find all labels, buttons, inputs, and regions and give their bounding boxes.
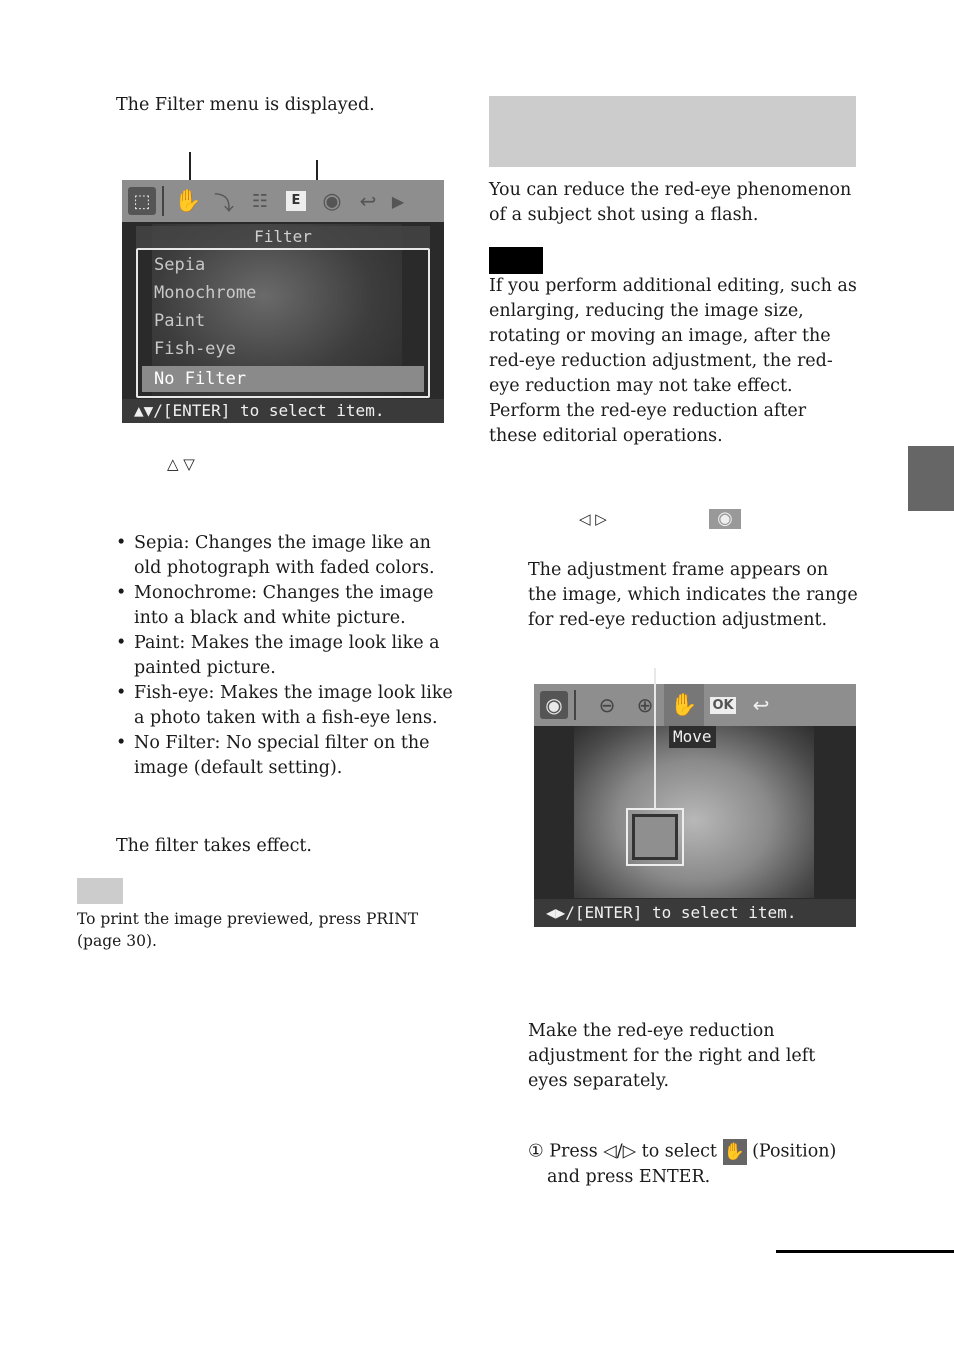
face-photo [574,726,814,898]
next-arrow-icon[interactable]: ▶ [386,192,410,211]
redeye-toolbar: ◉ ⊖ ⊕ ✋ OK ↩ [534,684,856,726]
step-press-text: Press ◁/▷ to select [549,1141,717,1162]
ok-icon[interactable]: OK [704,696,742,714]
continued-rule [776,1250,954,1253]
toolbar-divider [162,186,164,216]
filter-menu-title: Filter [136,226,430,248]
chapter-side-tab [908,446,954,511]
bullet-sepia: Sepia: Changes the image like an old pho… [114,531,454,581]
adjustment-frame-inner [632,814,678,860]
menu-item-fish-eye[interactable]: Fish-eye [142,336,424,362]
step-position-text: (Position) [752,1141,837,1162]
step-1: ① Press ◁/▷ to select ✋ (Position) and p… [528,1139,858,1190]
undo-icon[interactable]: ↩ [742,693,780,717]
red-eye-icon[interactable]: ◉ [540,691,568,719]
hand-icon[interactable]: ✋ [664,684,704,726]
note-text: If you perform additional editing, such … [489,276,857,446]
note-badge [489,247,543,274]
move-tooltip: Move [669,726,716,748]
step-number: ① [528,1141,544,1162]
filter-toolbar: ⬚ ✋ ⤵ ☷ E ◉ ↩ ▶ [122,180,444,222]
filter-hint-bar: ▲▼/[ENTER] to select item. [122,399,444,423]
menu-item-sepia[interactable]: Sepia [142,252,424,278]
bullet-paint: Paint: Makes the image look like a paint… [114,631,454,681]
bullet-no-filter: No Filter: No special filter on the imag… [114,731,454,781]
callout-line-frame [654,668,656,810]
zoom-in-icon[interactable]: ⊕ [626,693,664,717]
redeye-hint-bar: ◀▶/[ENTER] to select item. [534,899,856,927]
menu-item-no-filter[interactable]: No Filter [142,366,424,392]
red-eye-icon: ◉ [709,509,741,529]
separately-text: Make the red-eye reduction adjustment fo… [528,1021,816,1091]
filter-option-list: Sepia: Changes the image like an old pho… [114,531,454,781]
red-eye-intro-text: You can reduce the red-eye phenomenon of… [489,180,852,225]
filter-menu-box: Sepia Monochrome Paint Fish-eye No Filte… [136,248,430,398]
ok-label: OK [710,696,736,714]
adjust-icon[interactable]: ☷ [242,191,278,212]
up-down-arrow-icons: △ ▽ [167,455,195,473]
filter-takes-effect-text: The filter takes effect. [116,836,312,856]
undo-icon[interactable]: ↩ [350,189,386,213]
step-enter-text: and press ENTER. [547,1167,711,1187]
filter-lcd-screen: ⬚ ✋ ⤵ ☷ E ◉ ↩ ▶ Filter Sepia Monochrome … [122,180,444,423]
toolbar-divider [574,690,576,720]
adjustment-frame[interactable] [626,808,684,866]
filter-effect-icon[interactable]: E [278,191,314,211]
menu-item-paint[interactable]: Paint [142,308,424,334]
tip-text: To print the image previewed, press PRIN… [77,910,419,950]
red-eye-icon[interactable]: ◉ [314,189,350,214]
hand-icon[interactable]: ✋ [170,189,206,214]
hand-icon: ✋ [722,1139,747,1165]
rotate-icon[interactable]: ⤵ [206,187,242,216]
menu-item-monochrome[interactable]: Monochrome [142,280,424,306]
filter-displayed-text: The Filter menu is displayed. [116,95,375,115]
select-icon[interactable]: ⬚ [128,187,156,215]
section-header-band [489,96,856,167]
frame-appears-text: The adjustment frame appears on the imag… [528,560,858,630]
bullet-monochrome: Monochrome: Changes the image into a bla… [114,581,454,631]
bullet-fish-eye: Fish-eye: Makes the image look like a ph… [114,681,454,731]
redeye-lcd-screen: ◉ ⊖ ⊕ ✋ OK ↩ Move ◀▶/[ENTER] to select i… [534,684,856,927]
tip-badge [77,878,123,904]
zoom-out-icon[interactable]: ⊖ [588,693,626,717]
left-right-arrow-icons: ◁ ▷ [579,510,607,528]
